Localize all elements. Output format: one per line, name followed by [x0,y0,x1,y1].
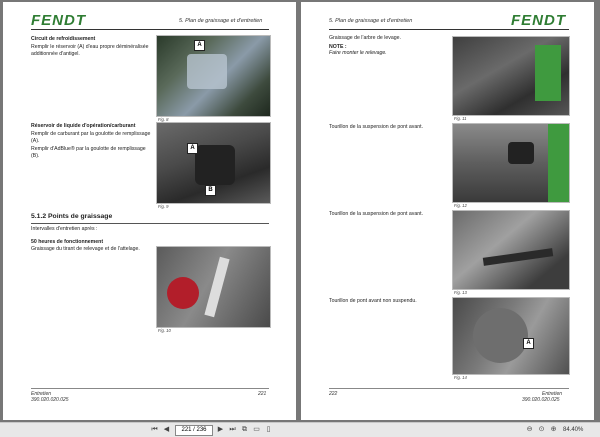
footer-code: 390.020.020.025 [31,397,69,403]
page-222: 5. Plan de graissage et d'entretien FEND… [301,2,594,420]
front-axle-suspension-photo-1 [452,123,570,203]
copy-icon[interactable]: ⧉ [240,425,249,435]
block2-title: Réservoir de liquide d'opération/carbura… [31,123,136,129]
section-divider [31,223,269,224]
coolant-tank-photo: A [156,35,271,117]
fendt-logo: FENDT [31,12,86,29]
zoom-level: 84.40% [563,427,584,433]
first-page-icon[interactable]: ⏮ [150,425,159,435]
page-header: 5. Plan de graissage et d'entretien [179,18,263,24]
two-page-icon[interactable]: ▯ [264,425,273,435]
item4-text: Tourillon de pont avant non suspendu. [329,298,417,304]
fig-10-caption: Fig. 10 [158,328,171,333]
subsection-title: 50 heures de fonctionnement [31,239,104,245]
next-page-icon[interactable]: ▶ [216,425,225,435]
item3-text: Tourillon de la suspension de pont avant… [329,211,424,217]
zoom-in-icon[interactable]: ⊕ [549,425,558,435]
front-axle-suspension-photo-2 [452,210,570,290]
item2-text: Tourillon de la suspension de pont avant… [329,124,424,130]
fig-11-caption: Fig. 11 [454,116,467,121]
page-number-input[interactable]: 221 / 236 [175,425,213,436]
last-page-icon[interactable]: ⏭ [228,425,237,435]
footer-divider [329,388,569,389]
section-intro: Intervalles d'entretien après : [31,226,98,232]
block2-text1: Remplir de carburant par la goulotte de … [31,131,151,144]
block1-title: Circuit de refroidissement [31,36,96,42]
marker-b: B [205,185,216,196]
viewer-toolbar: ⏮ ◀ 221 / 236 ▶ ⏭ ⧉ ▭ ▯ ⊖ ⊙ ⊕ 84.40% [0,422,600,437]
document-viewer[interactable]: FENDT 5. Plan de graissage et d'entretie… [0,0,600,422]
fig-12-caption: Fig. 12 [454,203,467,208]
header-divider [31,29,269,30]
marker-a: A [187,143,198,154]
zoom-out-icon[interactable]: ⊖ [525,425,534,435]
note-text: Faire monter le relevage. [329,50,387,56]
front-axle-photo: A [452,297,570,375]
marker-a: A [523,338,534,349]
fendt-logo: FENDT [511,12,566,29]
lift-shaft-photo [452,36,570,116]
page-header: 5. Plan de graissage et d'entretien [329,18,413,24]
page-number: 221 [258,391,267,397]
fig-13-caption: Fig. 13 [454,290,467,295]
header-divider [329,29,569,30]
fuel-tank-photo: A B [156,122,271,204]
hitch-photo [156,246,271,328]
section-title: 5.1.2 Points de graissage [31,213,113,220]
fig-9-caption: Fig. 9 [158,204,169,209]
footer-divider [31,388,269,389]
page-number: 222 [329,391,338,397]
subsection-text: Graissage du tirant de relevage et de l'… [31,246,140,252]
footer-code: 390.020.020.025 [522,397,560,403]
fig-14-caption: Fig. 14 [454,375,467,380]
item1-text: Graissage de l'arbre de levage. [329,35,401,41]
fit-page-icon[interactable]: ▭ [252,425,261,435]
previous-page-icon[interactable]: ◀ [162,425,171,435]
block2-text2: Remplir d'AdBlue® par la goulotte de rem… [31,146,146,159]
marker-a: A [194,40,205,51]
page-221: FENDT 5. Plan de graissage et d'entretie… [3,2,296,420]
zoom-fit-icon[interactable]: ⊙ [537,425,546,435]
block1-text: Remplir le réservoir (A) d'eau propre dé… [31,44,149,57]
